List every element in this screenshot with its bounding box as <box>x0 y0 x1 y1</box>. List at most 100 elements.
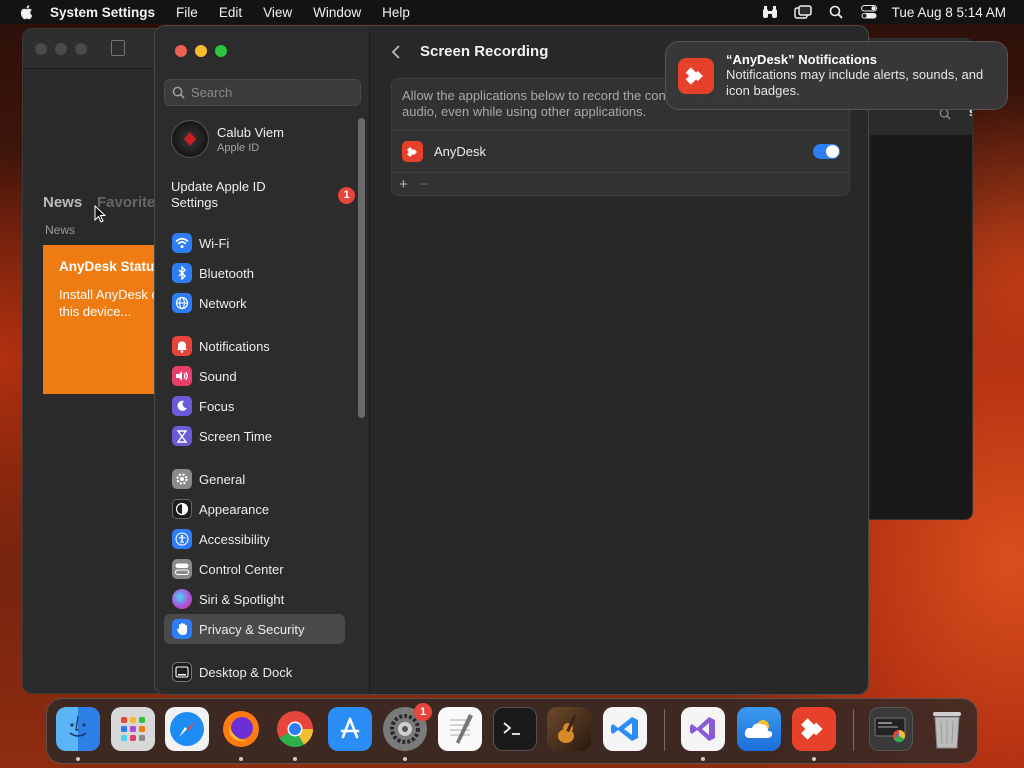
minimize-button[interactable] <box>195 45 207 57</box>
menu-app-name[interactable]: System Settings <box>50 5 155 20</box>
terminal-icon[interactable] <box>493 707 537 751</box>
sidebar-scrollbar[interactable] <box>358 118 365 418</box>
app-row-anydesk[interactable]: AnyDesk <box>392 131 849 173</box>
app-name: AnyDesk <box>434 144 487 159</box>
menu-bar-extras: Tue Aug 8 5:14 AM <box>746 0 1006 24</box>
sidebar-item-label: Screen Time <box>199 428 272 444</box>
system-settings-window[interactable]: Calub Viem Apple ID Update Apple ID Sett… <box>154 25 869 695</box>
sidebar-item-label: General <box>199 471 246 487</box>
sidebar-item-sound[interactable]: Sound <box>164 361 345 391</box>
apple-logo-icon[interactable] <box>18 3 36 21</box>
sidebar-item-accessibility[interactable]: Accessibility <box>164 524 345 554</box>
gear-icon <box>172 469 192 489</box>
update-apple-id-settings[interactable]: Update Apple ID Settings 1 <box>171 179 361 211</box>
add-button[interactable]: + <box>399 176 408 193</box>
dock-separator <box>853 709 854 751</box>
news-close-button[interactable] <box>35 43 47 55</box>
apple-id-account[interactable]: Calub Viem Apple ID <box>171 120 284 158</box>
globe-icon <box>172 293 192 313</box>
update-badge: 1 <box>338 187 355 204</box>
sidebar-item-general[interactable]: General <box>164 464 345 494</box>
remove-button[interactable]: − <box>420 176 429 193</box>
news-minimize-button[interactable] <box>55 43 67 55</box>
background-window[interactable]: sk <box>858 38 973 520</box>
back-chevron-icon[interactable] <box>389 42 405 62</box>
control-center-icon <box>172 559 192 579</box>
garageband-icon[interactable] <box>547 707 591 751</box>
search-field[interactable] <box>164 79 361 106</box>
notification-title: “AnyDesk” Notifications <box>726 52 877 67</box>
sidebar-item-wifi[interactable]: Wi-Fi <box>164 228 345 258</box>
sidebar-item-desktop-dock[interactable]: Desktop & Dock <box>164 657 345 687</box>
sidebar-item-focus[interactable]: Focus <box>164 391 345 421</box>
bell-icon <box>172 336 192 356</box>
safari-icon[interactable] <box>165 707 209 751</box>
screen-mirroring-icon[interactable] <box>793 3 812 21</box>
account-subtitle: Apple ID <box>217 141 260 154</box>
menu-help[interactable]: Help <box>382 5 410 20</box>
sidebar-item-siri-spotlight[interactable]: Siri & Spotlight <box>164 584 345 614</box>
trash-icon[interactable] <box>925 707 969 751</box>
sidebar-item-label: Desktop & Dock <box>199 664 293 680</box>
menu-window[interactable]: Window <box>313 5 361 20</box>
settings-sidebar: Calub Viem Apple ID Update Apple ID Sett… <box>155 26 370 694</box>
chrome-icon[interactable] <box>273 707 317 751</box>
downloads-stack-icon[interactable] <box>869 707 913 751</box>
sidebar-item-network[interactable]: Network <box>164 288 345 318</box>
sidebar-item-bluetooth[interactable]: Bluetooth <box>164 258 345 288</box>
sidebar-item-label: Control Center <box>199 561 284 577</box>
launchpad-icon[interactable] <box>111 707 155 751</box>
sidebar-item-control-center[interactable]: Control Center <box>164 554 345 584</box>
add-remove-bar: + − <box>392 173 849 195</box>
news-sidebar-icon[interactable] <box>111 40 125 56</box>
sidebar-item-label: Bluetooth <box>199 265 254 281</box>
account-name: Calub Viem <box>217 124 284 140</box>
hourglass-icon <box>172 426 192 446</box>
sidebar-item-privacy-security[interactable]: Privacy & Security <box>164 614 345 644</box>
page-title: Screen Recording <box>420 43 549 60</box>
avatar <box>171 120 209 158</box>
dock: 1 <box>46 698 978 764</box>
firefox-icon[interactable] <box>219 707 263 751</box>
sidebar-item-appearance[interactable]: Appearance <box>164 494 345 524</box>
sidebar-scrollbar-thumb[interactable] <box>358 118 365 418</box>
anydesk-toggle[interactable] <box>813 144 840 159</box>
search-input[interactable] <box>191 85 351 100</box>
sidebar-item-label: Siri & Spotlight <box>199 591 285 607</box>
menu-view[interactable]: View <box>263 5 292 20</box>
vscode-icon[interactable] <box>603 707 647 751</box>
news-zoom-button[interactable] <box>75 43 87 55</box>
accessibility-icon <box>172 529 192 549</box>
hand-icon <box>172 619 192 639</box>
textedit-icon[interactable] <box>438 707 482 751</box>
close-button[interactable] <box>175 45 187 57</box>
notification-banner[interactable]: “AnyDesk” Notifications Notifications ma… <box>665 41 1008 110</box>
search-icon[interactable] <box>827 3 845 21</box>
sidebar-item-label: Notifications <box>199 338 270 354</box>
sidebar-item-notifications[interactable]: Notifications <box>164 331 345 361</box>
anydesk-icon <box>402 141 423 162</box>
dock-running-indicator <box>239 757 243 761</box>
search-icon <box>172 86 185 99</box>
zoom-button[interactable] <box>215 45 227 57</box>
control-center-icon[interactable] <box>860 3 878 21</box>
menu-clock[interactable]: Tue Aug 8 5:14 AM <box>892 5 1006 20</box>
settings-main-pane: Screen Recording Allow the applications … <box>371 26 868 694</box>
anydesk-dock-icon[interactable] <box>792 707 836 751</box>
icloud-icon[interactable] <box>737 707 781 751</box>
menu-edit[interactable]: Edit <box>219 5 242 20</box>
finder-icon[interactable] <box>56 707 100 751</box>
app-store-icon[interactable] <box>328 707 372 751</box>
sidebar-item-label: Sound <box>199 368 237 384</box>
news-section-title: News <box>45 223 76 237</box>
appearance-icon <box>172 499 192 519</box>
dock-separator <box>664 709 665 751</box>
update-label-line: Settings <box>171 195 218 210</box>
visual-studio-icon[interactable] <box>681 707 725 751</box>
sidebar-item-screen-time[interactable]: Screen Time <box>164 421 345 451</box>
news-tab[interactable]: News <box>43 194 82 211</box>
dock-running-indicator <box>812 757 816 761</box>
binoculars-icon[interactable] <box>761 3 779 21</box>
menu-file[interactable]: File <box>176 5 198 20</box>
bluetooth-icon <box>172 263 192 283</box>
